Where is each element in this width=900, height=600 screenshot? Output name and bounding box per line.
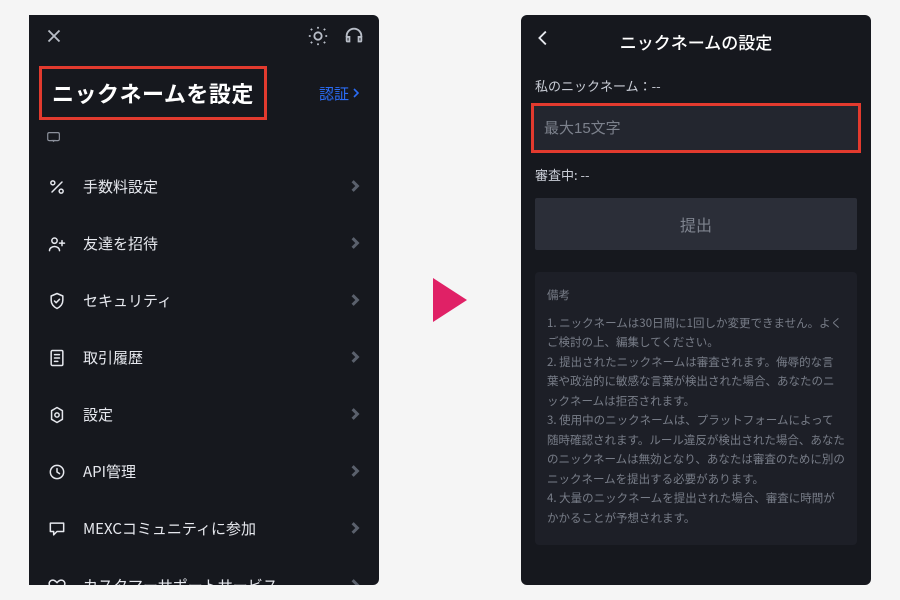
invite-icon [47, 234, 67, 254]
back-icon[interactable] [533, 27, 555, 54]
chevron-right-icon [349, 348, 361, 368]
notes-panel: 備考 1. ニックネームは30日間に1回しか変更できません。よくご検討の上、編集… [535, 272, 857, 545]
menu-label: セキュリティ [83, 290, 172, 311]
receipt-icon [47, 348, 67, 368]
my-nickname-label: 私のニックネーム：-- [521, 64, 871, 103]
notes-line: 2. 提出されたニックネームは審査されます。侮辱的な言葉や政治的に敏感な言葉が検… [547, 353, 845, 412]
shield-icon [47, 291, 67, 311]
menu-item-community[interactable]: MEXCコミュニティに参加 [29, 500, 379, 557]
chevron-right-icon [349, 519, 361, 539]
menu-item-security[interactable]: セキュリティ [29, 272, 379, 329]
nickname-input-container[interactable] [531, 103, 861, 153]
collapsed-indicator [29, 126, 379, 158]
set-nickname-button[interactable]: ニックネームを設定 [39, 66, 267, 120]
menu-item-customer-support[interactable]: カスタマーサポートサービス [29, 557, 379, 585]
percent-icon [47, 177, 67, 197]
menu-item-transaction-history[interactable]: 取引履歴 [29, 329, 379, 386]
heart-icon [47, 576, 67, 586]
menu-item-settings[interactable]: 設定 [29, 386, 379, 443]
submit-button[interactable]: 提出 [535, 198, 857, 250]
set-nickname-label: ニックネームを設定 [52, 77, 254, 109]
notes-line: 1. ニックネームは30日間に1回しか変更できません。よくご検討の上、編集してく… [547, 314, 845, 353]
notes-heading: 備考 [547, 286, 845, 306]
community-icon [47, 519, 67, 539]
nickname-input[interactable] [544, 120, 848, 137]
chevron-right-icon [349, 291, 361, 311]
chevron-right-icon [349, 234, 361, 254]
gear-icon [47, 405, 67, 425]
notes-line: 3. 使用中のニックネームは、プラットフォームによって随時確認されます。ルール違… [547, 411, 845, 489]
chevron-right-icon [349, 405, 361, 425]
menu-list: 手数料設定 友達を招待 セキュリティ [29, 158, 379, 585]
support-headset-icon[interactable] [343, 25, 365, 52]
api-icon [47, 462, 67, 482]
nickname-settings-screen: ニックネームの設定 私のニックネーム：-- 審査中: -- 提出 備考 1. ニ… [521, 15, 871, 585]
chevron-right-icon [349, 177, 361, 197]
topbar [29, 15, 379, 62]
submit-button-label: 提出 [680, 212, 712, 236]
menu-label: API管理 [83, 461, 136, 482]
notes-line: 4. 大量のニックネームを提出された場合、審査に時間がかかることが予想されます。 [547, 489, 845, 528]
menu-label: MEXCコミュニティに参加 [83, 518, 256, 539]
settings-menu-screen: ニックネームを設定 認証 手数料設定 [29, 15, 379, 585]
verify-link[interactable]: 認証 [319, 83, 361, 104]
chevron-right-icon [349, 576, 361, 586]
chevron-right-icon [349, 462, 361, 482]
menu-item-invite-friends[interactable]: 友達を招待 [29, 215, 379, 272]
menu-label: 手数料設定 [83, 176, 158, 197]
review-status-label: 審査中: -- [521, 153, 871, 198]
flow-arrow-icon [433, 278, 467, 322]
menu-label: カスタマーサポートサービス [83, 575, 278, 585]
theme-toggle-icon[interactable] [307, 25, 329, 52]
menu-label: 設定 [83, 404, 113, 425]
titlebar: ニックネームの設定 [521, 15, 871, 64]
verify-link-label: 認証 [319, 83, 349, 104]
menu-item-fee-settings[interactable]: 手数料設定 [29, 158, 379, 215]
menu-item-api-management[interactable]: API管理 [29, 443, 379, 500]
menu-label: 取引履歴 [83, 347, 143, 368]
menu-label: 友達を招待 [83, 233, 158, 254]
close-icon[interactable] [43, 25, 65, 52]
page-title: ニックネームの設定 [620, 29, 773, 54]
